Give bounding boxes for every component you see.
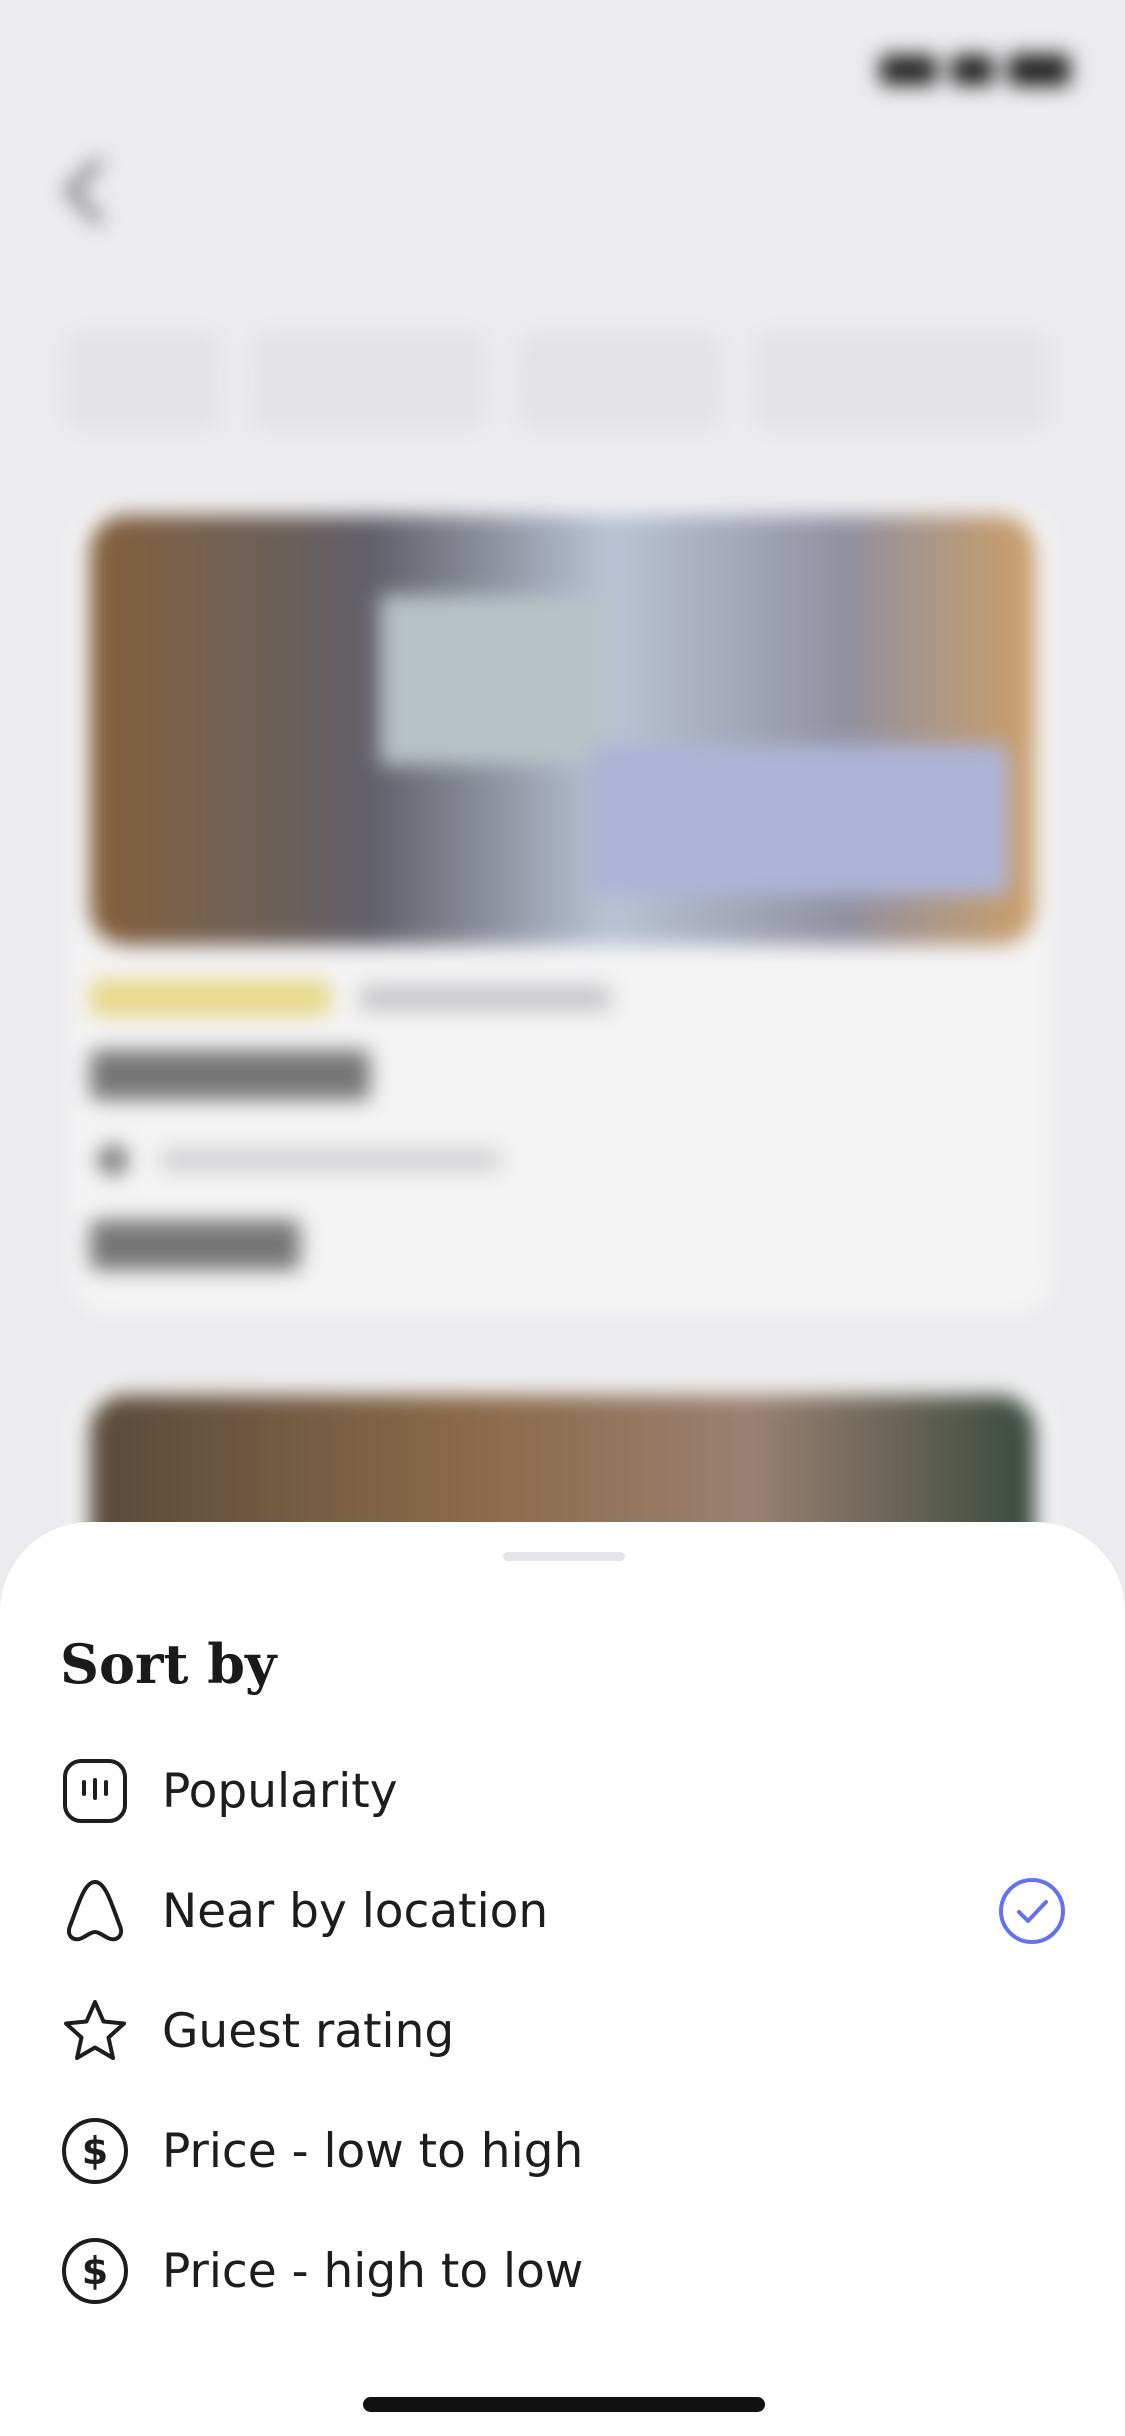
check-circle-icon: [999, 1878, 1065, 1944]
filter-chip: [256, 335, 482, 427]
back-arrow-icon: [65, 158, 131, 224]
hotel-card: [70, 505, 1055, 1315]
wifi-icon: [951, 55, 995, 85]
filter-chip: [70, 335, 216, 427]
sheet-title: Sort by: [60, 1632, 277, 1696]
status-icons: [880, 50, 1070, 90]
hotel-image: [90, 515, 1035, 945]
sort-option-label: Popularity: [162, 1763, 398, 1819]
filter-chip: [758, 335, 1044, 427]
battery-icon: [1008, 54, 1070, 86]
chart-box-icon: [63, 1759, 127, 1823]
svg-text:$: $: [82, 2129, 108, 2173]
sort-option-label: Price - high to low: [162, 2243, 584, 2299]
sort-option-label: Price - low to high: [162, 2123, 584, 2179]
sort-option-price-low-to-high[interactable]: $ Price - low to high: [0, 2096, 1125, 2206]
sort-option-near-by-location[interactable]: Near by location: [0, 1856, 1125, 1966]
star-rating: [90, 980, 330, 1016]
filter-chip: [522, 335, 718, 427]
dollar-circle-icon: $: [62, 2238, 128, 2304]
location-pin-icon: [67, 1880, 123, 1942]
sort-option-guest-rating[interactable]: Guest rating: [0, 1976, 1125, 2086]
dollar-circle-icon: $: [62, 2118, 128, 2184]
home-indicator[interactable]: [363, 2397, 765, 2412]
svg-text:$: $: [82, 2249, 108, 2293]
sort-option-label: Guest rating: [162, 2003, 455, 2059]
signal-icon: [880, 55, 938, 85]
screen: Sort by Popularity Near by location Gues…: [0, 0, 1125, 2436]
location-icon: [98, 1145, 128, 1175]
star-icon: [64, 2000, 126, 2060]
sort-option-price-high-to-low[interactable]: $ Price - high to low: [0, 2216, 1125, 2326]
hotel-name: [90, 1050, 370, 1100]
filter-chips: [70, 335, 1044, 427]
hotel-price: [90, 1220, 300, 1270]
review-count: [360, 985, 610, 1011]
sort-option-label: Near by location: [162, 1883, 549, 1939]
hotel-location: [160, 1150, 500, 1170]
sheet-grabber[interactable]: [503, 1552, 625, 1561]
sort-option-popularity[interactable]: Popularity: [0, 1736, 1125, 1846]
sort-bottom-sheet: Sort by Popularity Near by location Gues…: [0, 1522, 1125, 2436]
